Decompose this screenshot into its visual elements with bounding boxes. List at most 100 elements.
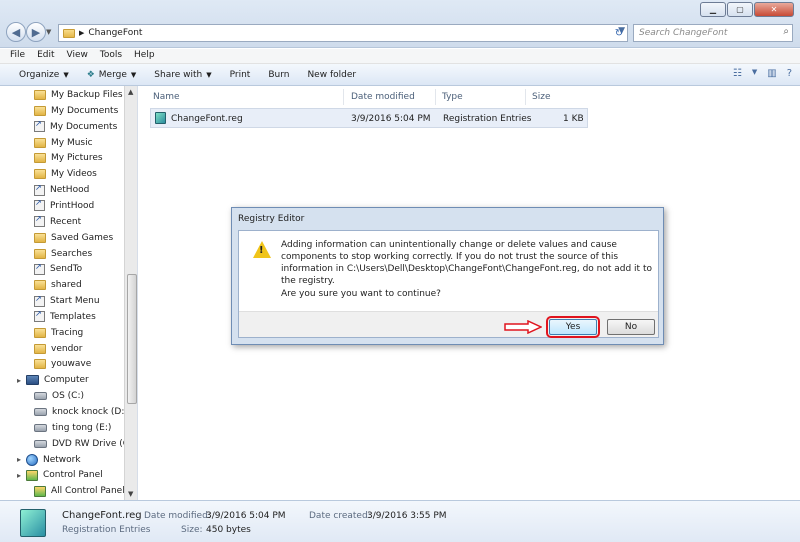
sidebar-item[interactable]: My Backup Files	[34, 88, 123, 102]
column-header-date-modified[interactable]: Date modified	[351, 92, 415, 102]
shortcut-icon	[34, 119, 45, 133]
sidebar-item[interactable]: Tracing	[34, 326, 83, 340]
forward-button[interactable]: ▶	[26, 22, 46, 42]
menu-tools[interactable]: Tools	[94, 49, 128, 63]
sidebar-item[interactable]: knock knock (D:)	[34, 405, 128, 419]
details-pane: ChangeFont.reg Registration Entries Date…	[0, 500, 800, 542]
new-folder-button[interactable]: New folder	[298, 68, 365, 82]
preview-pane-icon[interactable]: ▥	[767, 68, 776, 79]
expand-arrow-icon[interactable]: ▸	[17, 471, 21, 480]
dialog-body: ! Adding information can unintentionally…	[238, 230, 659, 338]
sidebar-item[interactable]: ▸ Control Panel	[17, 468, 103, 482]
drive-icon	[34, 392, 47, 401]
sidebar-item[interactable]: My Documents	[34, 119, 117, 134]
scroll-down-icon[interactable]: ▼	[128, 490, 133, 498]
table-row[interactable]: ChangeFont.reg 3/9/2016 5:04 PM Registra…	[150, 108, 588, 128]
expand-arrow-icon[interactable]: ▸	[17, 455, 21, 464]
folder-icon	[34, 105, 46, 116]
sidebar-item-label: My Documents	[51, 105, 119, 116]
sidebar-item[interactable]: My Documents	[34, 104, 118, 118]
recent-pages-dropdown[interactable]: ▼	[46, 28, 51, 36]
sidebar-item[interactable]: ▸ Computer	[17, 373, 89, 387]
sidebar-item[interactable]: All Control Panel It	[34, 484, 134, 498]
sidebar-item[interactable]: My Videos	[34, 167, 97, 181]
sidebar-item[interactable]: youwave	[34, 357, 91, 371]
chevron-down-icon: ▼	[206, 70, 212, 79]
refresh-icon[interactable]: ↻	[610, 24, 628, 42]
maximize-button[interactable]: ▢	[727, 2, 753, 17]
column-header-name[interactable]: Name	[153, 92, 180, 102]
yes-button[interactable]: Yes	[546, 316, 600, 338]
sidebar-item-label: Start Menu	[50, 296, 100, 307]
view-controls: ☷ ▼ ▥ ?	[733, 68, 792, 79]
title-bar: ▁ ▢ ✕ ◀ ▶ ▼ ▶ ChangeFont ▼ ↻ Search Chan…	[0, 0, 800, 48]
menu-help[interactable]: Help	[128, 49, 161, 63]
search-input[interactable]: Search ChangeFont ⌕	[633, 24, 793, 42]
control-panel-icon	[26, 469, 38, 481]
shortcut-icon	[34, 214, 45, 228]
scroll-up-icon[interactable]: ▲	[128, 88, 133, 96]
details-date-created: 3/9/2016 3:55 PM	[367, 511, 447, 521]
column-divider[interactable]	[435, 89, 436, 105]
warning-icon-mark: !	[259, 245, 264, 256]
sidebar-item-label: vendor	[51, 343, 83, 354]
sidebar-item[interactable]: My Pictures	[34, 151, 103, 165]
sidebar-item-label: Searches	[51, 248, 93, 259]
expand-arrow-icon[interactable]: ▸	[17, 376, 21, 385]
minimize-button[interactable]: ▁	[700, 2, 726, 17]
chevron-down-icon: ▼	[130, 70, 137, 79]
help-icon[interactable]: ?	[787, 68, 792, 79]
sidebar-item[interactable]: SendTo	[34, 262, 82, 276]
details-date-created-label: Date created:	[309, 511, 371, 521]
no-button[interactable]: No	[607, 319, 655, 335]
sidebar-item[interactable]: vendor	[34, 342, 83, 356]
merge-label: Merge	[98, 69, 127, 80]
breadcrumb-arrow-icon[interactable]: ▶	[79, 29, 84, 37]
registry-editor-dialog: Registry Editor ! Adding information can…	[231, 207, 664, 345]
organize-button[interactable]: Organize ▼	[10, 68, 78, 82]
dialog-message: Adding information can unintentionally c…	[281, 240, 652, 286]
registry-file-icon	[20, 509, 46, 537]
sidebar-item[interactable]: Searches	[34, 247, 92, 261]
dialog-question: Are you sure you want to continue?	[281, 289, 441, 299]
breadcrumb-segment[interactable]: ChangeFont	[88, 28, 142, 38]
share-with-label: Share with	[154, 69, 203, 80]
column-header-type[interactable]: Type	[442, 92, 463, 102]
merge-button[interactable]: ❖ Merge ▼	[78, 68, 146, 82]
search-icon[interactable]: ⌕	[783, 26, 789, 37]
sidebar-item[interactable]: ▸ Network	[17, 453, 81, 467]
sidebar-item[interactable]: NetHood	[34, 183, 89, 197]
registry-file-icon	[155, 112, 166, 124]
column-divider[interactable]	[525, 89, 526, 105]
print-button[interactable]: Print	[221, 68, 260, 82]
sidebar-scrollbar[interactable]: ▲ ▼	[124, 86, 137, 500]
organize-label: Organize	[19, 69, 60, 80]
sidebar-item[interactable]: DVD RW Drive (G:)	[34, 437, 136, 451]
back-button[interactable]: ◀	[6, 22, 26, 42]
address-bar[interactable]: ▶ ChangeFont ▼	[58, 24, 628, 42]
sidebar-item[interactable]: ting tong (E:)	[34, 421, 111, 435]
menu-file[interactable]: File	[4, 49, 31, 63]
sidebar-item[interactable]: Start Menu	[34, 294, 100, 308]
sidebar-item[interactable]: Recent	[34, 214, 81, 229]
column-divider[interactable]	[343, 89, 344, 105]
view-options-icon[interactable]: ☷	[733, 68, 742, 79]
menu-view[interactable]: View	[61, 49, 94, 63]
chevron-down-icon[interactable]: ▼	[752, 68, 757, 79]
sidebar-item[interactable]: OS (C:)	[34, 389, 84, 403]
search-placeholder: Search ChangeFont	[639, 28, 728, 38]
sidebar-item[interactable]: PrintHood	[34, 198, 94, 213]
burn-button[interactable]: Burn	[259, 68, 298, 82]
sidebar-item[interactable]: Templates	[34, 309, 96, 324]
details-size-label: Size:	[181, 525, 203, 535]
share-with-button[interactable]: Share with ▼	[145, 68, 220, 82]
sidebar-item[interactable]: Saved Games	[34, 231, 113, 245]
sidebar-item[interactable]: My Music	[34, 136, 93, 150]
column-header-size[interactable]: Size	[532, 92, 550, 102]
sidebar-item-label: My Videos	[51, 169, 97, 180]
registry-icon: ❖	[86, 69, 95, 80]
sidebar-item[interactable]: shared	[34, 278, 82, 292]
menu-edit[interactable]: Edit	[31, 49, 60, 63]
close-button[interactable]: ✕	[754, 2, 794, 17]
scrollbar-thumb[interactable]	[127, 274, 137, 404]
